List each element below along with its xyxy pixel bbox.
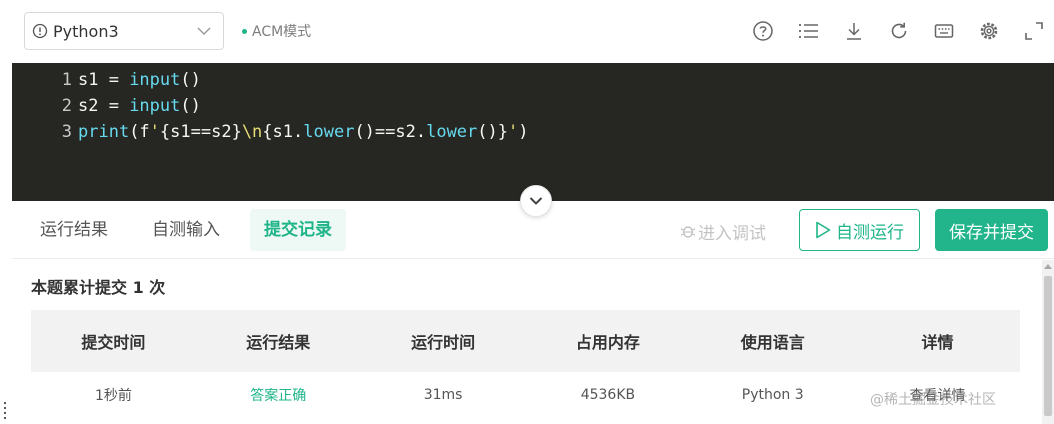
column-header-runtime: 运行时间 [411,333,476,352]
panel-scrollbar[interactable] [1042,260,1054,424]
editor-toolbar: Python3 ACM模式 [0,0,1054,62]
code-token: (f [129,122,150,142]
column-header-language: 使用语言 [740,333,805,352]
cell-submit-time: 1秒前 [94,388,132,404]
chevron-down-icon [529,197,543,205]
column-header-result: 运行结果 [246,333,311,352]
code-token: s2 = [78,96,130,116]
code-string-token: \n [241,122,263,142]
code-token: ()==s2. [354,122,427,142]
code-function-token: print [78,122,130,142]
language-select[interactable]: Python3 [24,12,224,50]
code-token: {s1. [262,122,304,142]
cell-language: Python 3 [741,387,804,403]
mode-indicator: ACM模式 [242,22,311,40]
scrollbar-thumb[interactable] [1044,276,1052,416]
submission-count-summary: 本题累计提交 1 次 [31,278,166,297]
help-icon[interactable] [752,20,774,42]
code-string-token: ' [149,122,160,142]
code-token: s1 = [78,70,130,90]
play-icon [816,221,831,239]
fullscreen-icon[interactable] [1023,20,1045,42]
chevron-down-icon [197,27,211,35]
tab-custom-input[interactable]: 自测输入 [138,209,234,251]
code-string-token: ' [508,122,519,142]
tab-submission-history[interactable]: 提交记录 [250,209,346,251]
scroll-up-arrow-icon[interactable] [1044,264,1052,269]
table-header: 提交时间 运行结果 运行时间 占用内存 使用语言 详情 [31,310,1020,372]
column-header-details: 详情 [921,333,954,352]
cell-memory: 4536KB [580,387,636,403]
watermark: @稀土掘金技术社区 [870,392,996,408]
code-line[interactable]: 1 s1 = input() [12,67,201,93]
mode-status-dot [242,28,247,34]
code-function-token: input [129,70,181,90]
code-function-token: lower [303,122,355,142]
self-test-run-label: 自测运行 [836,222,904,243]
bug-icon [680,226,696,238]
code-token: () [180,70,201,90]
debug-button[interactable]: 进入调试 [680,217,766,245]
line-number: 1 [61,70,72,90]
code-function-token: input [129,96,181,116]
cell-result-status: 答案正确 [250,388,307,404]
code-token: {s1==s2} [159,122,242,142]
code-token: ) [518,122,529,142]
info-icon [32,23,48,39]
download-icon[interactable] [843,20,865,42]
settings-icon[interactable] [978,20,1000,42]
code-token: () [180,96,201,116]
code-token: ()} [477,122,508,142]
debug-button-label: 进入调试 [698,223,766,244]
tab-run-result[interactable]: 运行结果 [26,209,122,251]
save-and-submit-button[interactable]: 保存并提交 [935,209,1048,251]
refresh-icon[interactable] [888,20,910,42]
code-line[interactable]: 2 s2 = input() [12,93,201,119]
line-number: 3 [61,122,72,142]
column-header-memory: 占用内存 [575,333,640,352]
code-line[interactable]: 3 print(f'{s1==s2}\n{s1.lower()==s2.lower… [12,119,529,145]
resize-handle[interactable] [2,402,8,420]
cell-runtime: 31ms [423,387,463,403]
code-function-token: lower [426,122,478,142]
mode-label: ACM模式 [252,24,312,40]
self-test-run-button[interactable]: 自测运行 [799,209,920,251]
code-editor[interactable]: 1 s1 = input() 2 s2 = input() 3 print(f'{s1… [12,63,1054,201]
collapse-panel-button[interactable] [520,185,552,217]
app-root: Python3 ACM模式 1 s1 = input() 2 s2 = inpu… [0,0,1054,424]
list-icon[interactable] [797,20,819,42]
language-value: Python3 [53,21,119,41]
line-number: 2 [61,96,72,116]
keyboard-icon[interactable] [933,20,955,42]
column-header-submit-time: 提交时间 [81,333,146,352]
